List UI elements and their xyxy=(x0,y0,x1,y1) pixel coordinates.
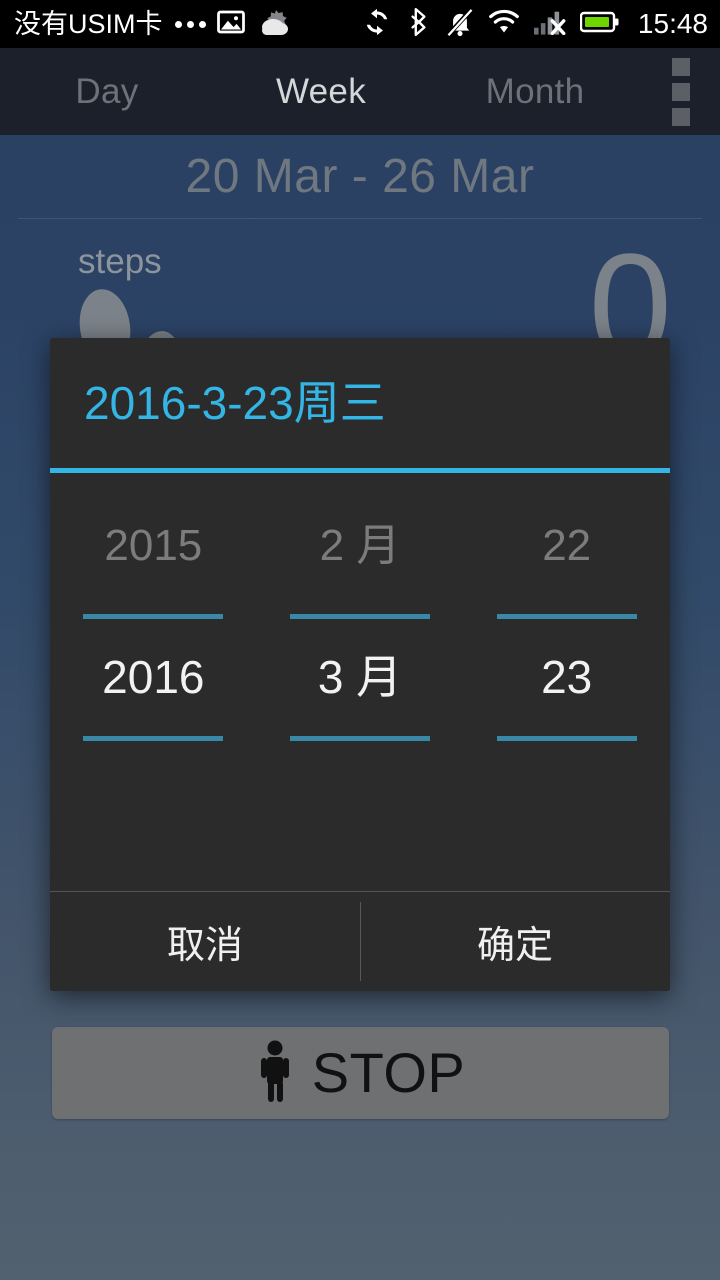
wheel-day-current[interactable]: 23 xyxy=(541,651,592,703)
signal-no-service-icon xyxy=(533,9,566,40)
weather-cloud-icon xyxy=(256,8,290,41)
sync-icon xyxy=(362,7,392,42)
carrier-label: 没有USIM卡 xyxy=(14,8,163,39)
wheel-month-bottom-line xyxy=(290,736,430,741)
date-picker-dialog: 2016-3-23周三 2015 2016 2 月 3 月 22 23 取消 确… xyxy=(50,338,670,991)
cancel-button[interactable]: 取消 xyxy=(50,892,360,991)
phone-screen: 20 Mar - 26 Mar steps 0 STOP Day Week Mo… xyxy=(0,0,720,1280)
wheel-day-previous[interactable]: 22 xyxy=(542,520,591,572)
wheel-month-previous[interactable]: 2 月 xyxy=(320,520,401,572)
wheel-month-top-line xyxy=(290,614,430,619)
bluetooth-icon xyxy=(406,7,432,42)
clock-label: 15:48 xyxy=(637,8,708,39)
wheel-year-current[interactable]: 2016 xyxy=(102,651,204,703)
status-bar: 没有USIM卡 15:48 xyxy=(0,0,720,48)
wheel-day-top-line xyxy=(496,614,637,619)
wifi-icon xyxy=(488,9,520,40)
wheel-year-previous[interactable]: 2015 xyxy=(104,520,202,572)
dialog-header: 2016-3-23周三 xyxy=(50,338,670,468)
silent-bell-icon xyxy=(446,7,474,42)
wheel-day-bottom-line xyxy=(496,736,637,741)
wheel-month-current[interactable]: 3 月 xyxy=(318,651,402,703)
wheel-year-bottom-line xyxy=(83,736,224,741)
confirm-button[interactable]: 确定 xyxy=(360,892,670,991)
dialog-title: 2016-3-23周三 xyxy=(84,377,386,429)
wheel-year-top-line xyxy=(83,614,224,619)
more-dots-icon xyxy=(174,20,206,28)
dialog-button-bar: 取消 确定 xyxy=(50,891,670,991)
battery-icon xyxy=(579,10,620,39)
image-icon xyxy=(216,7,246,42)
